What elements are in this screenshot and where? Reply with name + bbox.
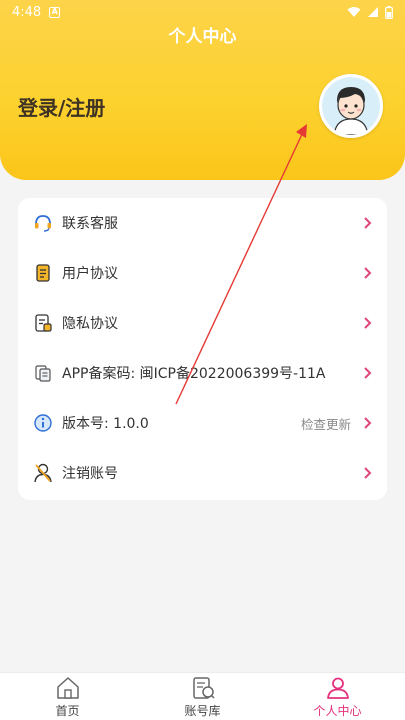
status-time: 4:48: [12, 4, 42, 20]
menu-item-label: 版本号: 1.0.0: [62, 416, 149, 432]
avatar[interactable]: [319, 74, 383, 138]
menu-item-version[interactable]: 版本号: 1.0.0 检查更新: [18, 398, 387, 448]
document-icon: [32, 262, 54, 284]
tab-label: 个人中心: [313, 704, 362, 718]
chevron-right-icon: [364, 417, 372, 429]
person-icon: [326, 677, 349, 699]
chevron-right-icon: [364, 217, 372, 229]
battery-icon: [385, 5, 393, 19]
account-library-icon: [192, 677, 215, 699]
chevron-right-icon: [364, 317, 372, 329]
menu-item-label: 用户协议: [62, 266, 118, 282]
home-icon: [56, 677, 79, 699]
chevron-right-icon: [364, 367, 372, 379]
tab-label: 首页: [55, 704, 80, 718]
copy-icon: [32, 362, 54, 384]
bottom-tab-bar: 首页 账号库 个人中心: [0, 672, 405, 720]
info-icon: [32, 412, 54, 434]
notification-icon: A: [49, 6, 61, 18]
menu-item-customer-service[interactable]: 联系客服: [18, 198, 387, 248]
tab-label: 账号库: [184, 704, 221, 718]
tab-account-library[interactable]: 账号库: [135, 673, 270, 720]
menu-item-cancel-account[interactable]: 注销账号: [18, 448, 387, 498]
signal-icon: [368, 7, 378, 17]
chevron-right-icon: [364, 267, 372, 279]
menu-item-icp-record[interactable]: APP备案码: 闽ICP备2022006399号-11A: [18, 348, 387, 398]
avatar-boy-icon: [322, 77, 380, 135]
tab-home[interactable]: 首页: [0, 673, 135, 720]
status-bar: 4:48 A: [0, 0, 405, 24]
chevron-right-icon: [364, 467, 372, 479]
headset-icon: [32, 212, 54, 234]
login-register-link[interactable]: 登录/注册: [18, 92, 105, 121]
menu-item-label: 联系客服: [62, 216, 118, 232]
user-cancel-icon: [32, 462, 54, 484]
menu-item-label: 隐私协议: [62, 316, 118, 332]
menu-item-user-agreement[interactable]: 用户协议: [18, 248, 387, 298]
tab-profile[interactable]: 个人中心: [270, 673, 405, 720]
page-title: 个人中心: [168, 27, 237, 47]
menu-item-privacy-agreement[interactable]: 隐私协议: [18, 298, 387, 348]
menu-item-label: 注销账号: [62, 466, 118, 482]
check-update-link[interactable]: 检查更新: [301, 414, 351, 433]
menu-card: 联系客服 用户协议 隐私协议 APP备案码: 闽ICP备2022006399号-…: [18, 198, 387, 500]
wifi-icon: [347, 7, 361, 17]
privacy-document-icon: [32, 312, 54, 334]
menu-item-label: APP备案码: 闽ICP备2022006399号-11A: [62, 366, 326, 382]
